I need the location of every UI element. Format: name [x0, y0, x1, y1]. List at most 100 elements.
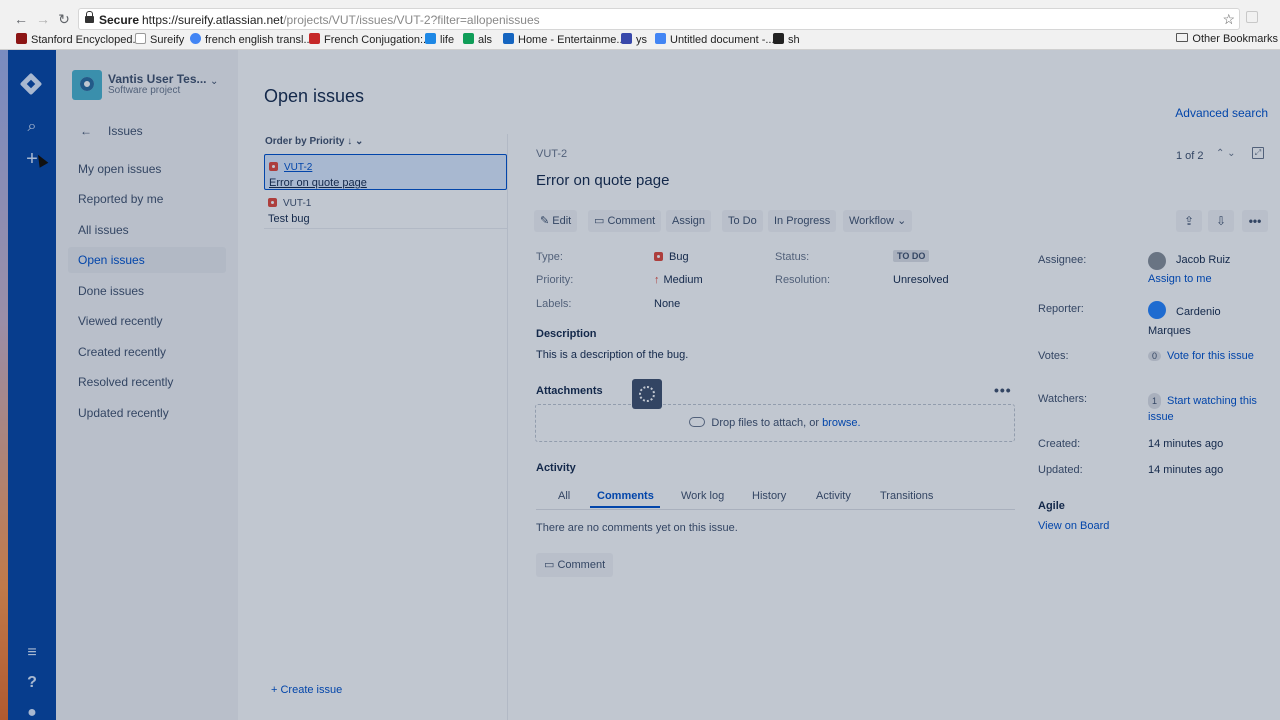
status-badge[interactable]: TO DO — [893, 250, 930, 262]
issue-key[interactable]: VUT-1 — [283, 198, 311, 209]
extension-icon[interactable] — [1246, 11, 1258, 23]
jira-logo-icon[interactable] — [19, 72, 43, 96]
view-on-board-link[interactable]: View on Board — [1038, 520, 1109, 532]
issue-summary[interactable]: Error on quote page — [269, 177, 502, 189]
vote-link-text: Vote for this issue — [1167, 350, 1254, 362]
more-icon[interactable]: ••• — [1242, 210, 1268, 232]
help-icon[interactable]: ? — [21, 672, 43, 694]
tab-history[interactable]: History — [752, 490, 786, 502]
attachments-more-icon[interactable]: ••• — [994, 382, 1012, 398]
description-text[interactable]: This is a description of the bug. — [536, 349, 688, 361]
issue-key[interactable]: VUT-2 — [284, 162, 312, 173]
url-text[interactable]: https://sureify.atlassian.net/projects/V… — [142, 13, 540, 27]
project-name[interactable]: Vantis User Tes... — [108, 72, 207, 86]
chevron-down-icon[interactable]: ⌄ — [210, 76, 218, 87]
sidebar-item-resolved-recently[interactable]: Resolved recently — [68, 369, 226, 395]
todo-button[interactable]: To Do — [722, 210, 763, 232]
bookmark-item[interactable]: French Conjugation:... — [309, 33, 432, 46]
panel-divider[interactable] — [507, 134, 508, 720]
assignee-name[interactable]: Jacob Ruiz — [1176, 254, 1230, 266]
sidebar-item-reported-by-me[interactable]: Reported by me — [68, 186, 226, 212]
order-by-dropdown[interactable]: Order by Priority ↓ ⌄ — [265, 136, 363, 147]
profile-icon[interactable]: ● — [21, 702, 43, 720]
tab-transitions[interactable]: Transitions — [880, 490, 933, 502]
description-heading: Description — [536, 328, 597, 340]
back-arrow-icon[interactable]: ← — [12, 10, 30, 28]
issue-list-item-selected[interactable]: VUT-2 Error on quote page — [264, 154, 507, 190]
forward-arrow-icon[interactable]: → — [34, 10, 52, 28]
advanced-search-link[interactable]: Advanced search — [1175, 106, 1268, 120]
address-bar[interactable]: Secure https://sureify.atlassian.net/pro… — [78, 8, 1240, 30]
workflow-dropdown[interactable]: Workflow ⌄ — [843, 210, 913, 232]
bookmark-item[interactable]: als — [463, 33, 492, 46]
browser-chrome: ← → ↻ Secure https://sureify.atlassian.n… — [0, 0, 1280, 50]
labels-value[interactable]: None — [654, 298, 680, 310]
issue-list-item[interactable]: VUT-1 Test bug — [264, 191, 507, 227]
bookmark-label: als — [478, 34, 493, 46]
extension-icons[interactable] — [1246, 11, 1276, 27]
menu-icon[interactable]: ≡ — [21, 642, 43, 664]
tab-comments[interactable]: Comments — [597, 490, 654, 502]
bookmark-item[interactable]: life — [425, 33, 454, 46]
pager-arrows[interactable]: ⌃ ⌄ — [1216, 148, 1236, 159]
issue-summary[interactable]: Test bug — [268, 213, 503, 225]
agile-heading: Agile — [1038, 500, 1065, 512]
attachment-dropzone[interactable]: Drop files to attach, or browse. — [535, 404, 1015, 442]
bookmark-item[interactable]: Sureify — [135, 33, 184, 46]
in-progress-button[interactable]: In Progress — [768, 210, 837, 232]
url-host: https://sureify.atlassian.net — [142, 13, 284, 27]
sidebar-item-all-issues[interactable]: All issues — [68, 217, 226, 243]
assignee-label: Assignee: — [1038, 254, 1087, 266]
tab-work-log[interactable]: Work log — [681, 490, 724, 502]
sort-arrow-icon[interactable]: ↓ — [347, 136, 352, 147]
issues-section-title[interactable]: Issues — [108, 124, 143, 138]
tab-all[interactable]: All — [558, 490, 570, 502]
vote-link[interactable]: 0 Vote for this issue — [1148, 350, 1254, 362]
sidebar-item-my-open-issues[interactable]: My open issues — [68, 156, 226, 182]
edit-button[interactable]: ✎ Edit — [534, 210, 578, 232]
issue-breadcrumb-key[interactable]: VUT-2 — [536, 148, 567, 160]
sidebar-item-created-recently[interactable]: Created recently — [68, 339, 226, 365]
bookmark-item[interactable]: Home - Entertainme... — [503, 33, 626, 46]
dropzone-text: Drop files to attach, or — [711, 417, 819, 429]
sidebar-item-done-issues[interactable]: Done issues — [68, 278, 226, 304]
assign-to-me-link[interactable]: Assign to me — [1148, 273, 1212, 285]
expand-icon[interactable]: ⤢ — [1252, 147, 1264, 159]
watch-link[interactable]: 1 Start watching this issue — [1148, 393, 1272, 425]
sidebar-item-updated-recently[interactable]: Updated recently — [68, 400, 226, 426]
comment-icon: ▭ — [544, 559, 558, 571]
watch-link-text: Start watching this issue — [1148, 395, 1257, 423]
issue-title[interactable]: Error on quote page — [536, 172, 669, 189]
export-icon[interactable]: ⇩ — [1208, 210, 1234, 232]
comment-icon: ▭ — [594, 215, 608, 227]
chevron-down-icon[interactable]: ⌄ — [1227, 148, 1235, 159]
add-comment-button[interactable]: ▭ Comment — [536, 553, 614, 577]
tab-activity[interactable]: Activity — [816, 490, 851, 502]
reload-icon[interactable]: ↻ — [55, 10, 73, 28]
bookmark-favicon-icon — [621, 33, 632, 44]
chevron-up-icon[interactable]: ⌃ — [1216, 148, 1224, 159]
bookmark-item[interactable]: Untitled document -... — [655, 33, 775, 46]
share-icon[interactable]: ⇪ — [1176, 210, 1202, 232]
search-icon[interactable]: ⌕ — [21, 116, 43, 138]
back-arrow-icon[interactable]: ← — [80, 124, 92, 138]
comment-button[interactable]: ▭ Comment — [588, 210, 662, 232]
sidebar-item-viewed-recently[interactable]: Viewed recently — [68, 308, 226, 334]
assignee-avatar[interactable] — [1148, 252, 1166, 270]
bookmark-item[interactable]: sh — [773, 33, 800, 46]
comment-button-label: Comment — [557, 559, 606, 571]
reporter-name[interactable]: Cardenio Marques — [1148, 303, 1248, 341]
assign-button[interactable]: Assign — [666, 210, 712, 232]
create-issue-link[interactable]: + Create issue — [271, 684, 342, 696]
bookmark-item[interactable]: Stanford Encycloped... — [16, 33, 142, 46]
sidebar-item-open-issues[interactable]: Open issues — [68, 247, 226, 273]
project-type: Software project — [108, 85, 181, 96]
other-bookmarks[interactable]: Other Bookmarks — [1176, 33, 1278, 45]
chevron-down-icon[interactable]: ⌄ — [355, 136, 363, 147]
bookmark-item[interactable]: french english transl... — [190, 33, 313, 46]
project-avatar[interactable] — [72, 70, 102, 100]
bookmark-star-icon[interactable]: ☆ — [1222, 11, 1235, 28]
bookmark-item[interactable]: ys — [621, 33, 647, 46]
browse-link[interactable]: browse. — [822, 417, 861, 429]
bookmark-favicon-icon — [16, 33, 27, 44]
